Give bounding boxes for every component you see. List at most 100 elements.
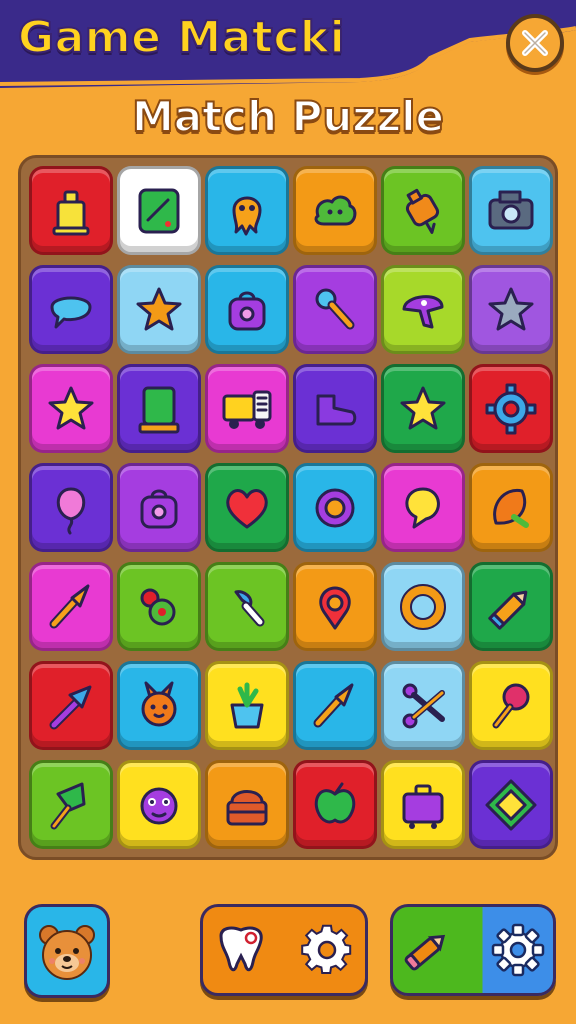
yellow-bubble-icon xyxy=(405,487,440,528)
tile[interactable] xyxy=(117,562,201,651)
tile[interactable] xyxy=(29,661,113,750)
green-apple-icon xyxy=(314,782,356,823)
right-action-button[interactable] xyxy=(390,904,556,996)
gear-icon xyxy=(301,924,352,975)
pencil-icon xyxy=(488,590,528,630)
tile[interactable] xyxy=(29,166,113,255)
blue-brush-icon xyxy=(234,589,265,626)
page-subtitle: Match Puzzle xyxy=(131,91,445,142)
camera-icon xyxy=(488,190,534,229)
purple-flower-icon xyxy=(315,488,355,527)
green-brush-icon xyxy=(50,782,86,829)
plant-pot-icon xyxy=(230,682,264,728)
tile[interactable] xyxy=(117,364,201,453)
orange-creature-icon xyxy=(232,196,262,235)
blue-arrow-icon xyxy=(49,685,92,729)
tile[interactable] xyxy=(469,760,553,849)
tooth-icon xyxy=(219,926,263,972)
truck-icon xyxy=(222,390,272,429)
tile[interactable] xyxy=(381,760,465,849)
gear-icon xyxy=(491,923,545,977)
yellow-star-icon xyxy=(48,386,94,429)
close-icon xyxy=(522,30,548,56)
tile[interactable] xyxy=(293,166,377,255)
lollipop-icon xyxy=(492,683,530,728)
tile[interactable] xyxy=(29,265,113,354)
green-card-icon xyxy=(138,386,180,433)
tile[interactable] xyxy=(205,661,289,750)
purple-bag-icon xyxy=(140,489,178,528)
tile[interactable] xyxy=(469,265,553,354)
tile[interactable] xyxy=(205,562,289,651)
purple-mushroom-icon xyxy=(402,294,444,328)
tile[interactable] xyxy=(469,562,553,651)
frame-icon xyxy=(485,778,537,831)
tile[interactable] xyxy=(205,364,289,453)
tile[interactable] xyxy=(117,265,201,354)
orange-star-icon xyxy=(136,287,182,330)
orange-leaf-icon xyxy=(493,488,529,528)
tile[interactable] xyxy=(117,166,201,255)
purple-monster-icon xyxy=(140,787,178,824)
yellow-star-icon xyxy=(400,386,446,429)
wrench-icon xyxy=(315,288,355,329)
tile[interactable] xyxy=(293,265,377,354)
tile[interactable] xyxy=(117,661,201,750)
brush-icon xyxy=(313,683,354,727)
tile[interactable] xyxy=(381,265,465,354)
scissors-icon xyxy=(402,683,445,728)
tile[interactable] xyxy=(205,265,289,354)
tile[interactable] xyxy=(117,463,201,552)
tile-grid xyxy=(27,164,555,857)
bunny-icon xyxy=(141,681,177,726)
bear-icon xyxy=(39,925,95,980)
tile[interactable] xyxy=(469,166,553,255)
heart-icon xyxy=(226,488,268,528)
game-screen: Game Matcki Match Puzzle xyxy=(0,0,576,1024)
gray-star-icon xyxy=(488,287,534,330)
tile[interactable] xyxy=(293,463,377,552)
tile[interactable] xyxy=(29,364,113,453)
yellow-bottle-icon xyxy=(52,190,90,235)
tile[interactable] xyxy=(381,661,465,750)
pink-balloon-icon xyxy=(56,487,86,534)
bottom-bar xyxy=(0,880,576,1024)
tile[interactable] xyxy=(293,364,377,453)
tile[interactable] xyxy=(381,463,465,552)
blue-gear-icon xyxy=(485,383,537,434)
tile[interactable] xyxy=(469,364,553,453)
location-pin-icon xyxy=(319,586,351,629)
tile[interactable] xyxy=(29,760,113,849)
tile[interactable] xyxy=(469,661,553,750)
tile[interactable] xyxy=(29,562,113,651)
green-bush-icon xyxy=(314,195,357,225)
game-title: Game Matcki xyxy=(17,11,346,64)
center-action-button[interactable] xyxy=(200,904,368,996)
tile[interactable] xyxy=(293,661,377,750)
orange-ring-icon xyxy=(400,583,446,630)
close-button[interactable] xyxy=(506,14,564,72)
tile[interactable] xyxy=(205,463,289,552)
tile[interactable] xyxy=(381,562,465,651)
green-device-icon xyxy=(138,188,180,233)
tile[interactable] xyxy=(381,166,465,255)
berry-icon xyxy=(140,588,176,625)
tile[interactable] xyxy=(205,166,289,255)
tile[interactable] xyxy=(117,760,201,849)
tile[interactable] xyxy=(293,760,377,849)
pencil-icon xyxy=(404,934,446,971)
tile[interactable] xyxy=(381,364,465,453)
brush-icon xyxy=(49,584,90,628)
basket-icon xyxy=(226,789,268,825)
bear-button[interactable] xyxy=(24,904,110,998)
purple-bag-icon xyxy=(228,291,266,330)
orange-flask-icon xyxy=(405,188,440,234)
purple-boot-icon xyxy=(316,394,357,425)
puzzle-board xyxy=(18,155,558,860)
purple-suitcase-icon xyxy=(402,784,444,829)
tile[interactable] xyxy=(469,463,553,552)
tile[interactable] xyxy=(293,562,377,651)
tile[interactable] xyxy=(29,463,113,552)
tile[interactable] xyxy=(205,760,289,849)
speech-bubble-icon xyxy=(50,296,92,328)
